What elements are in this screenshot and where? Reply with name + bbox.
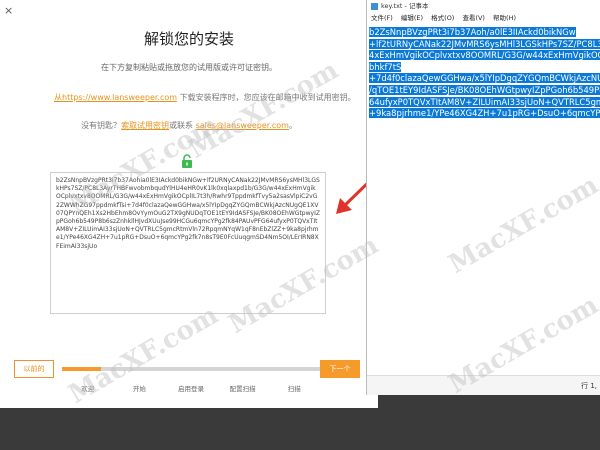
close-icon[interactable]: × (4, 4, 13, 17)
step-scan: 扫描 (287, 385, 301, 393)
notepad-statusbar: 行 1, (367, 375, 600, 395)
progress-bar (62, 367, 320, 371)
notepad-icon (371, 3, 378, 10)
text-line: 4xExHmVgikOCplvxtxv8OOMRL/G3G/w44xExHmVg… (369, 50, 600, 62)
menu-help[interactable]: 帮助(H) (493, 14, 516, 22)
text-line: /qTOE1tEY9IdASFSJe/BK08OEhWGtpwyIZpPGoh6… (369, 84, 600, 97)
notepad-text-area[interactable]: b2ZsNnpBVzgPRt3i7b37Aoh/a0lE3IIAckd0bikN… (367, 26, 600, 373)
download-instruction: 从https://www.lansweeper.com 下载安装程序时，您应该在… (54, 92, 356, 103)
notepad-window: key.txt - 记事本 文件(F) 编辑(E) 格式(O) 查看(V) 帮助… (366, 0, 600, 395)
text-line: +9ka8pjrhme1/YPe46XG4ZH+7u1pRG+DsuO+6qmc… (369, 108, 600, 120)
step-start: 开始 (132, 385, 146, 393)
menu-file[interactable]: 文件(F) (371, 14, 393, 22)
unlock-icon (182, 154, 192, 168)
menu-view[interactable]: 查看(V) (462, 14, 485, 22)
notepad-title: key.txt - 记事本 (381, 2, 429, 10)
next-button[interactable]: 下一个 (320, 360, 360, 378)
license-key-input[interactable]: b2ZsNnpBVzgPRt3i7b37Aohia0lE3IAckd0bikNG… (50, 172, 326, 314)
installer-window: × 解锁您的安装 在下方复制粘贴或拖放您的试用版或许可证密钥。 从https:/… (0, 0, 378, 408)
sales-email-link[interactable]: sales@lansweeper.com (196, 121, 289, 130)
download-instruction-text: 下载安装程序时，您应该在邮箱中收到试用密钥。 (177, 93, 356, 102)
menu-format[interactable]: 格式(O) (431, 14, 454, 22)
lansweeper-download-link[interactable]: 从https://www.lansweeper.com (54, 93, 177, 102)
no-key-instruction: 没有钥匙？索取试用密钥或联系 sales@lansweeper.com。 (0, 120, 378, 131)
desktop-background (0, 408, 600, 450)
no-key-mid: 或联系 (169, 121, 196, 130)
page-title: 解锁您的安装 (143, 30, 234, 48)
step-labels: 欢迎 开始 启用登录 配置扫描 扫描 (62, 383, 320, 393)
license-key-text: b2ZsNnpBVzgPRt3i7b37Aohia0lE3IAckd0bikNG… (56, 177, 320, 250)
menu-edit[interactable]: 编辑(E) (401, 14, 423, 22)
text-line: 64ufyxP0TQVxTItAM8V+ZILUimAI33sjUoN+QVTR… (369, 96, 600, 109)
text-line: b2ZsNnpBVzgPRt3i7b37Aoh/a0lE3IIAckd0bikN… (369, 27, 576, 37)
notepad-menubar: 文件(F) 编辑(E) 格式(O) 查看(V) 帮助(H) (367, 12, 600, 24)
step-welcome: 欢迎 (81, 385, 95, 393)
text-line: +lf2tURNyCANak22JMvMRS6ysMHl3LGSkHPs7SZ/… (369, 38, 600, 51)
no-key-suffix: 。 (288, 121, 297, 130)
step-enable-login: 启用登录 (178, 385, 204, 393)
progress-fill (62, 367, 101, 371)
no-key-prefix: 没有钥匙？ (81, 121, 122, 130)
request-trial-key-link[interactable]: 索取试用密钥 (121, 121, 169, 130)
step-configure-scan: 配置扫描 (229, 385, 256, 393)
page-subtitle: 在下方复制粘贴或拖放您的试用版或许可证密钥。 (101, 63, 277, 72)
text-line: bhkf7tS (369, 61, 402, 72)
text-line: +7d4f0clazaQewGGHwa/x5lYIpDgqZYGQmBCWkjA… (369, 73, 600, 85)
notepad-titlebar: key.txt - 记事本 (367, 0, 600, 12)
previous-button[interactable]: 以前的 (14, 360, 54, 378)
